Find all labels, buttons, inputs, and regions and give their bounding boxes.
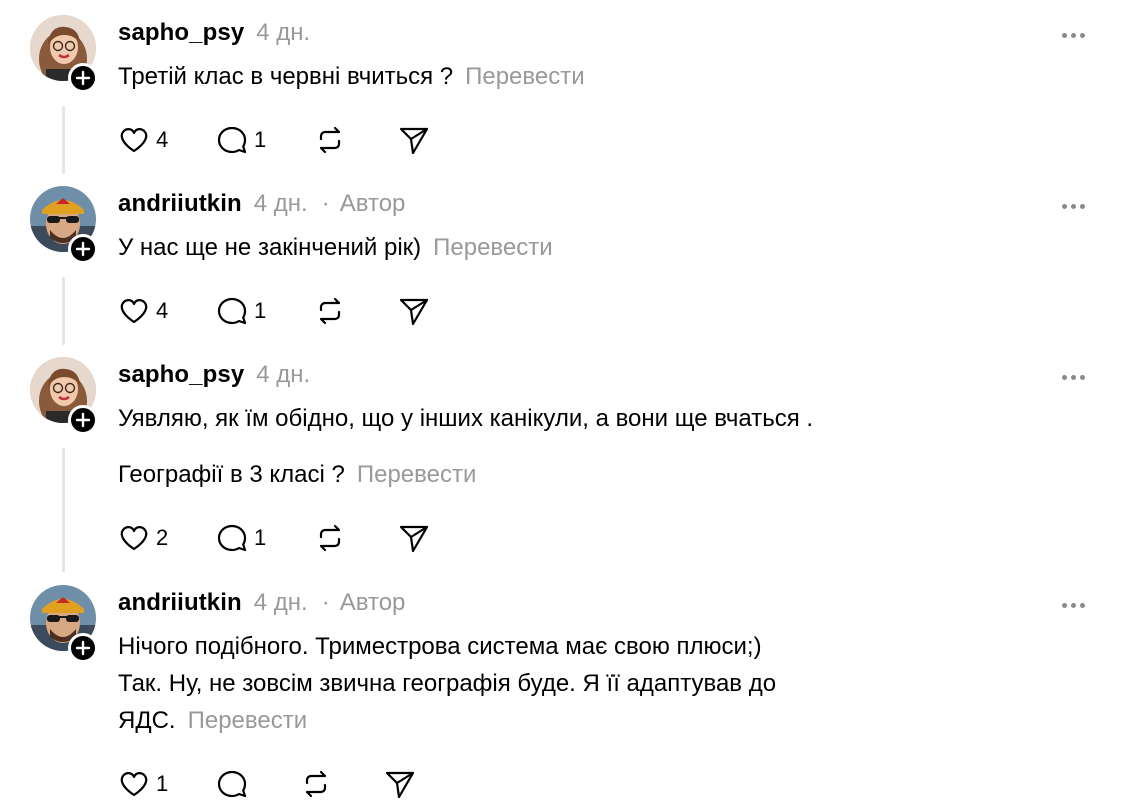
- post-text-line: Нічого подібного. Триместрова система ма…: [118, 633, 762, 660]
- translate-link[interactable]: Перевести: [357, 461, 477, 488]
- post-text-line: ЯДС.: [118, 707, 176, 734]
- more-icon[interactable]: [1062, 204, 1085, 209]
- post-header: sapho_psy 4 дн.: [118, 361, 310, 393]
- send-icon: [399, 298, 429, 326]
- reply-count: 1: [254, 127, 267, 152]
- send-icon: [385, 771, 415, 799]
- send-icon: [399, 127, 429, 155]
- post-header: andriiutkin 4 дн. · Автор: [118, 190, 405, 222]
- post-text-line: У нас ще не закінчений рік): [118, 234, 422, 261]
- like-button[interactable]: 2: [118, 522, 216, 554]
- send-icon: [399, 525, 429, 553]
- post-text: Уявляю, як їм обідно, що у інших канікул…: [118, 400, 1058, 437]
- separator-dot: ·: [321, 190, 330, 217]
- action-bar: 4 1: [118, 123, 430, 157]
- username[interactable]: andriiutkin: [118, 190, 242, 218]
- repost-button[interactable]: [314, 522, 398, 554]
- repost-button[interactable]: [314, 124, 398, 156]
- action-bar: 4 1: [118, 294, 430, 328]
- plus-icon: [75, 241, 91, 257]
- thread-line: [62, 448, 65, 572]
- reply-button[interactable]: 1: [216, 295, 314, 327]
- like-button[interactable]: 4: [118, 295, 216, 327]
- repost-button[interactable]: [300, 768, 384, 800]
- follow-button[interactable]: [68, 63, 98, 93]
- thread-line: [62, 106, 65, 174]
- timestamp[interactable]: 4 дн.: [256, 19, 310, 47]
- username[interactable]: andriiutkin: [118, 589, 242, 617]
- heart-icon: [120, 128, 148, 153]
- post-text: Нічого подібного. Триместрова система ма…: [118, 628, 1058, 739]
- action-bar: 1: [118, 767, 416, 801]
- post-header: andriiutkin 4 дн. · Автор: [118, 589, 405, 621]
- translate-link[interactable]: Перевести: [188, 707, 308, 734]
- like-count: 4: [156, 298, 169, 323]
- reply-count: 1: [254, 525, 267, 550]
- reply-button[interactable]: [216, 768, 300, 800]
- share-button[interactable]: [398, 295, 430, 327]
- heart-icon: [120, 299, 148, 324]
- heart-icon: [120, 526, 148, 551]
- more-icon[interactable]: [1062, 603, 1085, 608]
- thread-line: [62, 277, 65, 345]
- repost-icon: [319, 524, 341, 552]
- follow-button[interactable]: [68, 234, 98, 264]
- separator-dot: ·: [321, 589, 330, 616]
- like-button[interactable]: 1: [118, 768, 216, 800]
- comment-icon: [217, 770, 247, 798]
- post-text: Третій клас в червні вчиться ? Перевести: [118, 58, 1058, 95]
- share-button[interactable]: [384, 768, 416, 800]
- username[interactable]: sapho_psy: [118, 361, 244, 389]
- repost-icon: [319, 297, 341, 325]
- more-icon[interactable]: [1062, 375, 1085, 380]
- translate-link[interactable]: Перевести: [433, 234, 553, 261]
- username[interactable]: sapho_psy: [118, 19, 244, 47]
- post-text-line: Географії в 3 класі ?: [118, 461, 345, 488]
- timestamp[interactable]: 4 дн.: [254, 190, 308, 218]
- plus-icon: [75, 70, 91, 86]
- heart-icon: [120, 772, 148, 797]
- repost-icon: [319, 126, 341, 154]
- share-button[interactable]: [398, 522, 430, 554]
- post-text: Географії в 3 класі ? Перевести: [118, 456, 1058, 493]
- post-header: sapho_psy 4 дн.: [118, 19, 310, 51]
- more-icon[interactable]: [1062, 33, 1085, 38]
- action-bar: 2 1: [118, 521, 430, 555]
- post-text-line: Третій клас в червні вчиться ?: [118, 63, 454, 90]
- timestamp[interactable]: 4 дн.: [256, 361, 310, 389]
- reply-count: 1: [254, 298, 267, 323]
- like-count: 2: [156, 525, 169, 550]
- like-button[interactable]: 4: [118, 124, 216, 156]
- follow-button[interactable]: [68, 405, 98, 435]
- timestamp[interactable]: 4 дн.: [254, 589, 308, 617]
- like-count: 4: [156, 127, 169, 152]
- share-button[interactable]: [398, 124, 430, 156]
- comment-icon: [217, 297, 247, 325]
- follow-button[interactable]: [68, 633, 98, 663]
- repost-icon: [305, 770, 327, 798]
- reply-button[interactable]: 1: [216, 522, 314, 554]
- post-text-line: Уявляю, як їм обідно, що у інших канікул…: [118, 405, 814, 432]
- plus-icon: [75, 412, 91, 428]
- author-badge: Автор: [339, 190, 406, 217]
- author-badge: Автор: [339, 589, 406, 616]
- repost-button[interactable]: [314, 295, 398, 327]
- comment-icon: [217, 524, 247, 552]
- post-text-line: Так. Ну, не зовсім звична географія буде…: [118, 670, 777, 697]
- translate-link[interactable]: Перевести: [465, 63, 585, 90]
- like-count: 1: [156, 771, 169, 796]
- comment-icon: [217, 126, 247, 154]
- reply-button[interactable]: 1: [216, 124, 314, 156]
- plus-icon: [75, 640, 91, 656]
- post-text: У нас ще не закінчений рік) Перевести: [118, 229, 1058, 266]
